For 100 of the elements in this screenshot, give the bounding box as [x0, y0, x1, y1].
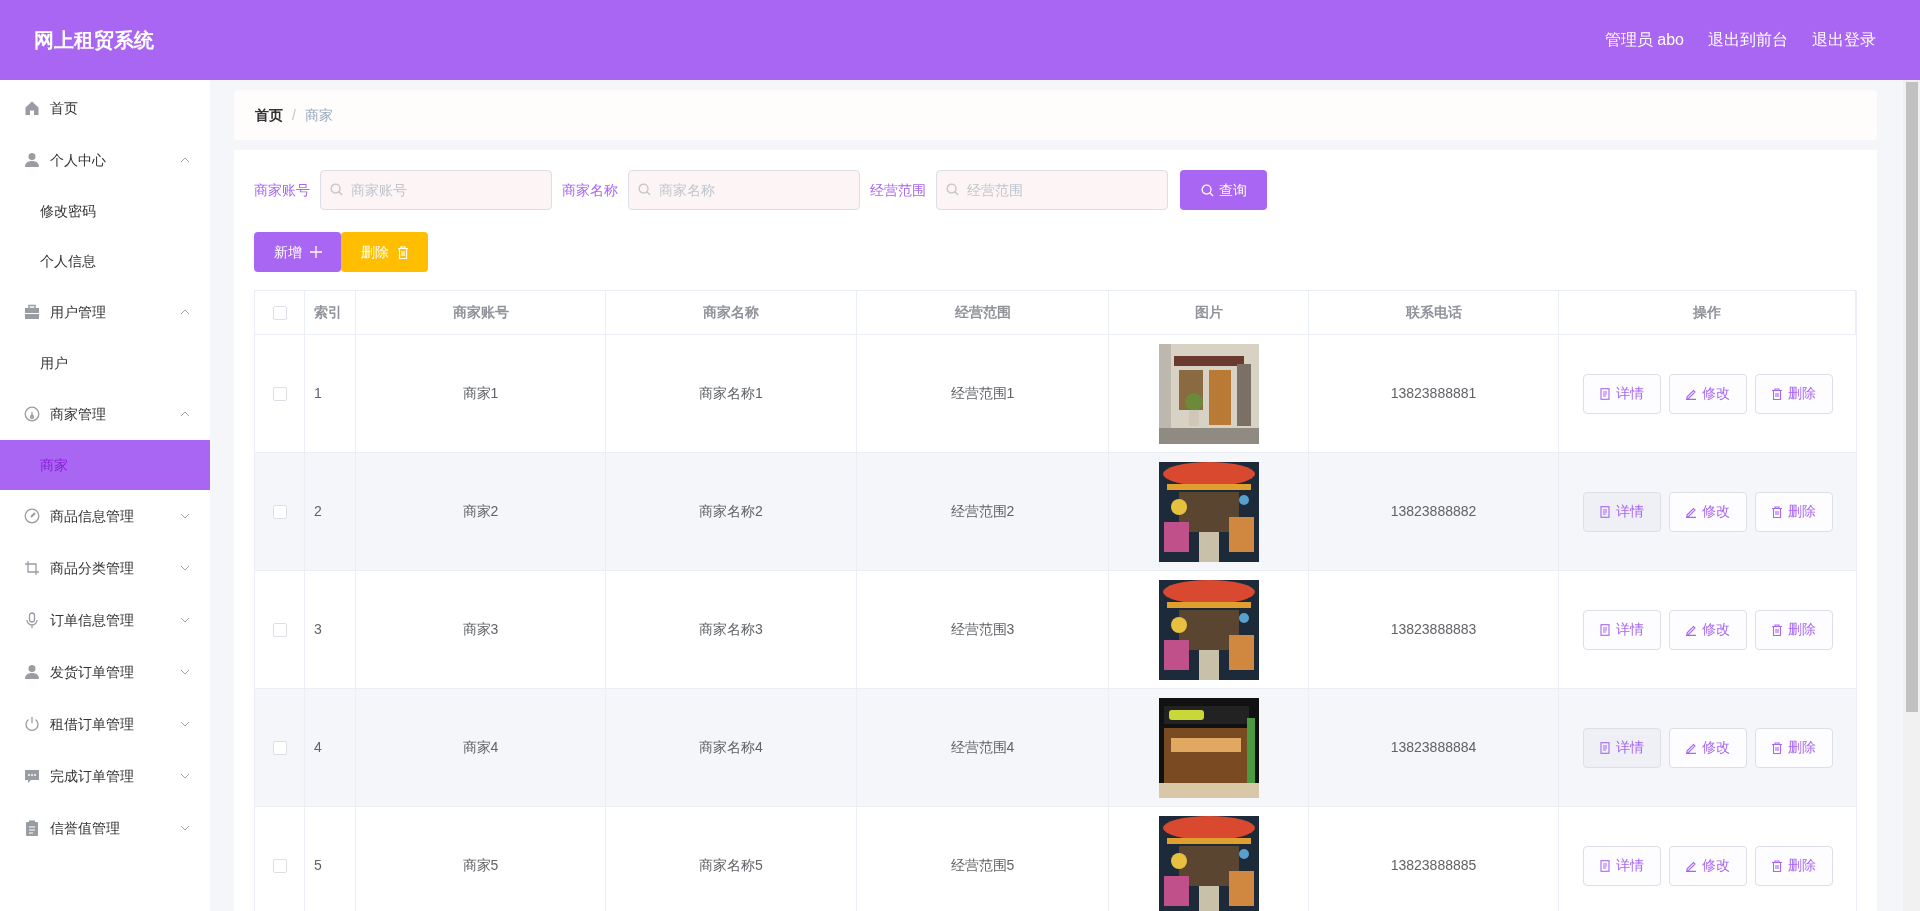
- row-checkbox[interactable]: [272, 622, 287, 637]
- menu-item[interactable]: 用户管理: [0, 286, 210, 338]
- column-header: 商家账号: [356, 291, 606, 334]
- table-cell: 经营范围1: [857, 335, 1109, 452]
- row-action-button[interactable]: 详情: [1582, 609, 1661, 650]
- menu-item[interactable]: 首页: [0, 82, 210, 134]
- menu-item[interactable]: 订单信息管理: [0, 594, 210, 646]
- table-cell: 13823888881: [1309, 335, 1559, 452]
- microphone-icon: [24, 612, 40, 628]
- row-action-button[interactable]: 删除: [1754, 609, 1833, 650]
- row-action-button[interactable]: 修改: [1668, 727, 1747, 768]
- clipboard-icon: [24, 820, 40, 836]
- table-cell: 4: [305, 689, 356, 806]
- row-action-button[interactable]: 详情: [1582, 373, 1661, 414]
- table-cell: 经营范围2: [857, 453, 1109, 570]
- row-action-button[interactable]: 修改: [1668, 373, 1747, 414]
- document-icon: [1599, 623, 1611, 636]
- row-checkbox[interactable]: [272, 386, 287, 401]
- header-link[interactable]: 退出到前台: [1708, 28, 1788, 52]
- pencil-icon: [1685, 505, 1697, 518]
- submenu-item[interactable]: 修改密码: [0, 186, 210, 236]
- trash-icon: [1771, 505, 1783, 518]
- submenu-item[interactable]: 个人信息: [0, 236, 210, 286]
- table-cell: 经营范围4: [857, 689, 1109, 806]
- search-icon: [638, 183, 651, 196]
- user-icon: [24, 152, 40, 168]
- search-field[interactable]: 商家账号: [320, 170, 552, 210]
- scrollbar[interactable]: [1903, 80, 1920, 911]
- caret-icon: [180, 721, 190, 727]
- row-action-button[interactable]: 修改: [1668, 609, 1747, 650]
- table-cell: 13823888883: [1309, 571, 1559, 688]
- search-icon: [946, 183, 959, 196]
- table-cell: 经营范围5: [857, 807, 1109, 911]
- table-cell: 商家3: [356, 571, 606, 688]
- document-icon: [1599, 505, 1611, 518]
- menu-item[interactable]: 发货订单管理: [0, 646, 210, 698]
- row-action-button[interactable]: 删除: [1754, 373, 1833, 414]
- pencil-icon: [1685, 741, 1697, 754]
- table-cell: 商家4: [356, 689, 606, 806]
- row-action-button[interactable]: 删除: [1754, 727, 1833, 768]
- plus-icon: [309, 246, 322, 258]
- caret-icon: [180, 669, 190, 675]
- table-cell: 商家名称5: [606, 807, 857, 911]
- user-icon: [24, 664, 40, 680]
- chat-icon: [24, 768, 40, 784]
- row-action-button[interactable]: 详情: [1582, 491, 1661, 532]
- row-checkbox[interactable]: [272, 740, 287, 755]
- column-header: 操作: [1559, 291, 1856, 334]
- menu-item[interactable]: 商家管理: [0, 388, 210, 440]
- field-label: 商家名称: [562, 180, 618, 200]
- caret-icon: [180, 825, 190, 831]
- submenu-item[interactable]: 用户: [0, 338, 210, 388]
- menu-item[interactable]: 个人中心: [0, 134, 210, 186]
- column-header: 联系电话: [1309, 291, 1559, 334]
- header-link[interactable]: 管理员 abo: [1604, 28, 1684, 52]
- crop-icon: [24, 560, 40, 576]
- row-action-button[interactable]: 详情: [1582, 727, 1661, 768]
- trash-icon: [1771, 859, 1783, 872]
- trash-icon: [396, 245, 409, 259]
- table-cell: 1: [305, 335, 356, 452]
- power-icon: [24, 716, 40, 732]
- table-cell: 商家名称2: [606, 453, 857, 570]
- row-action-button[interactable]: 修改: [1668, 845, 1747, 886]
- menu-item[interactable]: 完成订单管理: [0, 750, 210, 802]
- table-cell: 商家2: [356, 453, 606, 570]
- menu-item[interactable]: 商品信息管理: [0, 490, 210, 542]
- table-cell: 商家1: [356, 335, 606, 452]
- row-action-button[interactable]: 删除: [1754, 845, 1833, 886]
- row-action-button[interactable]: 删除: [1754, 491, 1833, 532]
- table-cell: 2: [305, 453, 356, 570]
- table-cell: 经营范围3: [857, 571, 1109, 688]
- breadcrumb-link[interactable]: 首页: [255, 104, 283, 126]
- column-header: 商家名称: [606, 291, 857, 334]
- pencil-icon: [1685, 387, 1697, 400]
- select-all-checkbox[interactable]: [272, 305, 287, 320]
- menu-item[interactable]: 信誉值管理: [0, 802, 210, 854]
- search-field[interactable]: 经营范围: [936, 170, 1168, 210]
- trash-icon: [1771, 741, 1783, 754]
- header-link[interactable]: 退出登录: [1812, 28, 1876, 52]
- row-checkbox[interactable]: [272, 858, 287, 873]
- table-cell: 商家5: [356, 807, 606, 911]
- row-checkbox[interactable]: [272, 504, 287, 519]
- caret-icon: [180, 309, 190, 315]
- caret-icon: [180, 411, 190, 417]
- add-button[interactable]: 新增: [254, 232, 341, 272]
- menu-item[interactable]: 商品分类管理: [0, 542, 210, 594]
- breadcrumb-link[interactable]: 商家: [304, 104, 333, 126]
- row-action-button[interactable]: 修改: [1668, 491, 1747, 532]
- row-action-button[interactable]: 详情: [1582, 845, 1661, 886]
- search-button[interactable]: 查询: [1180, 170, 1267, 210]
- menu-item[interactable]: 租借订单管理: [0, 698, 210, 750]
- search-icon: [330, 183, 343, 196]
- search-field[interactable]: 商家名称: [628, 170, 860, 210]
- column-header: 经营范围: [857, 291, 1109, 334]
- caret-icon: [180, 565, 190, 571]
- field-label: 经营范围: [870, 180, 926, 200]
- pencil-icon: [1685, 623, 1697, 636]
- pencil-icon: [1685, 859, 1697, 872]
- document-icon: [1599, 387, 1611, 400]
- field-label: 商家账号: [254, 180, 310, 200]
